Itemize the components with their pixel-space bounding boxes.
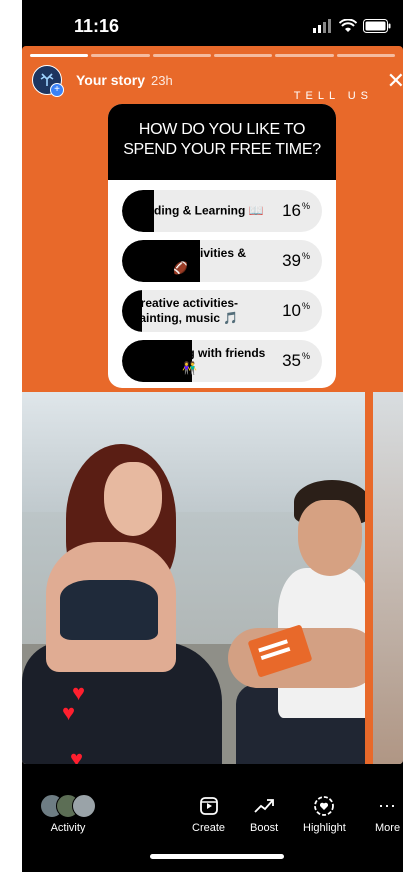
poll-question: HOW DO YOU LIKE TO SPEND YOUR FREE TIME? (108, 104, 336, 180)
phone-screen: 11:16 + Your story 23h TELL US ✕ HOW DO … (22, 0, 403, 872)
story-progress-bar (30, 54, 395, 57)
tell-us-text: TELL US (293, 90, 373, 102)
status-time: 11:16 (74, 16, 120, 36)
poll-sticker: HOW DO YOU LIKE TO SPEND YOUR FREE TIME?… (108, 104, 336, 388)
add-story-icon[interactable]: + (50, 83, 64, 97)
battery-icon (363, 19, 391, 33)
wifi-icon (339, 19, 357, 32)
more-label: More (375, 822, 401, 834)
poll-option[interactable]: Reading & Learning 📖 16% (122, 190, 322, 232)
story-time-ago: 23h (150, 72, 173, 88)
poll-option-label: Socializing with friends & family 👫 (132, 346, 266, 375)
story-bottom-bar: Activity Create Boost Highlight ⋯ More (22, 764, 403, 872)
progress-segment (275, 54, 334, 57)
status-bar: 11:16 (22, 0, 403, 48)
highlight-button[interactable]: Highlight (303, 794, 346, 834)
boost-button[interactable]: Boost (250, 794, 278, 834)
avatar[interactable]: + (32, 65, 64, 97)
highlight-label: Highlight (303, 822, 346, 834)
poll-option-percent: 35% (282, 351, 310, 370)
poll-option-label: Reading & Learning 📖 (132, 203, 264, 218)
highlight-icon (314, 796, 335, 816)
poll-option-label: Creative activities- painting, music 🎵 (132, 296, 239, 325)
story-photo (22, 392, 403, 764)
poll-option-percent: 16% (282, 201, 310, 220)
poll-option[interactable]: Outdoor activities & Sports 🏈 39% (122, 240, 322, 282)
story-view[interactable]: + Your story 23h TELL US ✕ HOW DO YOU LI… (22, 46, 403, 764)
boost-label: Boost (250, 822, 279, 834)
boost-icon (254, 799, 274, 813)
activity-label: Activity (50, 822, 86, 834)
progress-segment (213, 54, 273, 57)
more-button[interactable]: ⋯ More (375, 794, 401, 835)
create-button[interactable]: Create (192, 794, 225, 834)
activity-avatars-icon (40, 794, 96, 818)
progress-segment (30, 54, 89, 57)
poll-option-label: Outdoor activities & Sports 🏈 (132, 246, 247, 275)
home-indicator[interactable] (150, 854, 284, 859)
heart-icon: ♥ (62, 700, 76, 725)
progress-segment (91, 54, 150, 57)
story-username[interactable]: Your story (76, 72, 145, 88)
story-header: + Your story 23h (32, 64, 173, 97)
poll-option-percent: 39% (282, 251, 310, 270)
signal-icon (313, 19, 331, 33)
create-label: Create (192, 822, 226, 834)
close-icon[interactable]: ✕ (387, 70, 403, 92)
poll-option[interactable]: Creative activities- painting, music 🎵 1… (122, 290, 322, 332)
progress-segment (152, 54, 211, 57)
poll-option-percent: 10% (282, 301, 310, 320)
create-icon (199, 797, 218, 815)
more-icon: ⋯ (378, 795, 398, 816)
activity-button[interactable]: Activity (40, 794, 96, 834)
poll-option[interactable]: Socializing with friends & family 👫 35% (122, 340, 322, 382)
progress-segment (336, 54, 395, 57)
